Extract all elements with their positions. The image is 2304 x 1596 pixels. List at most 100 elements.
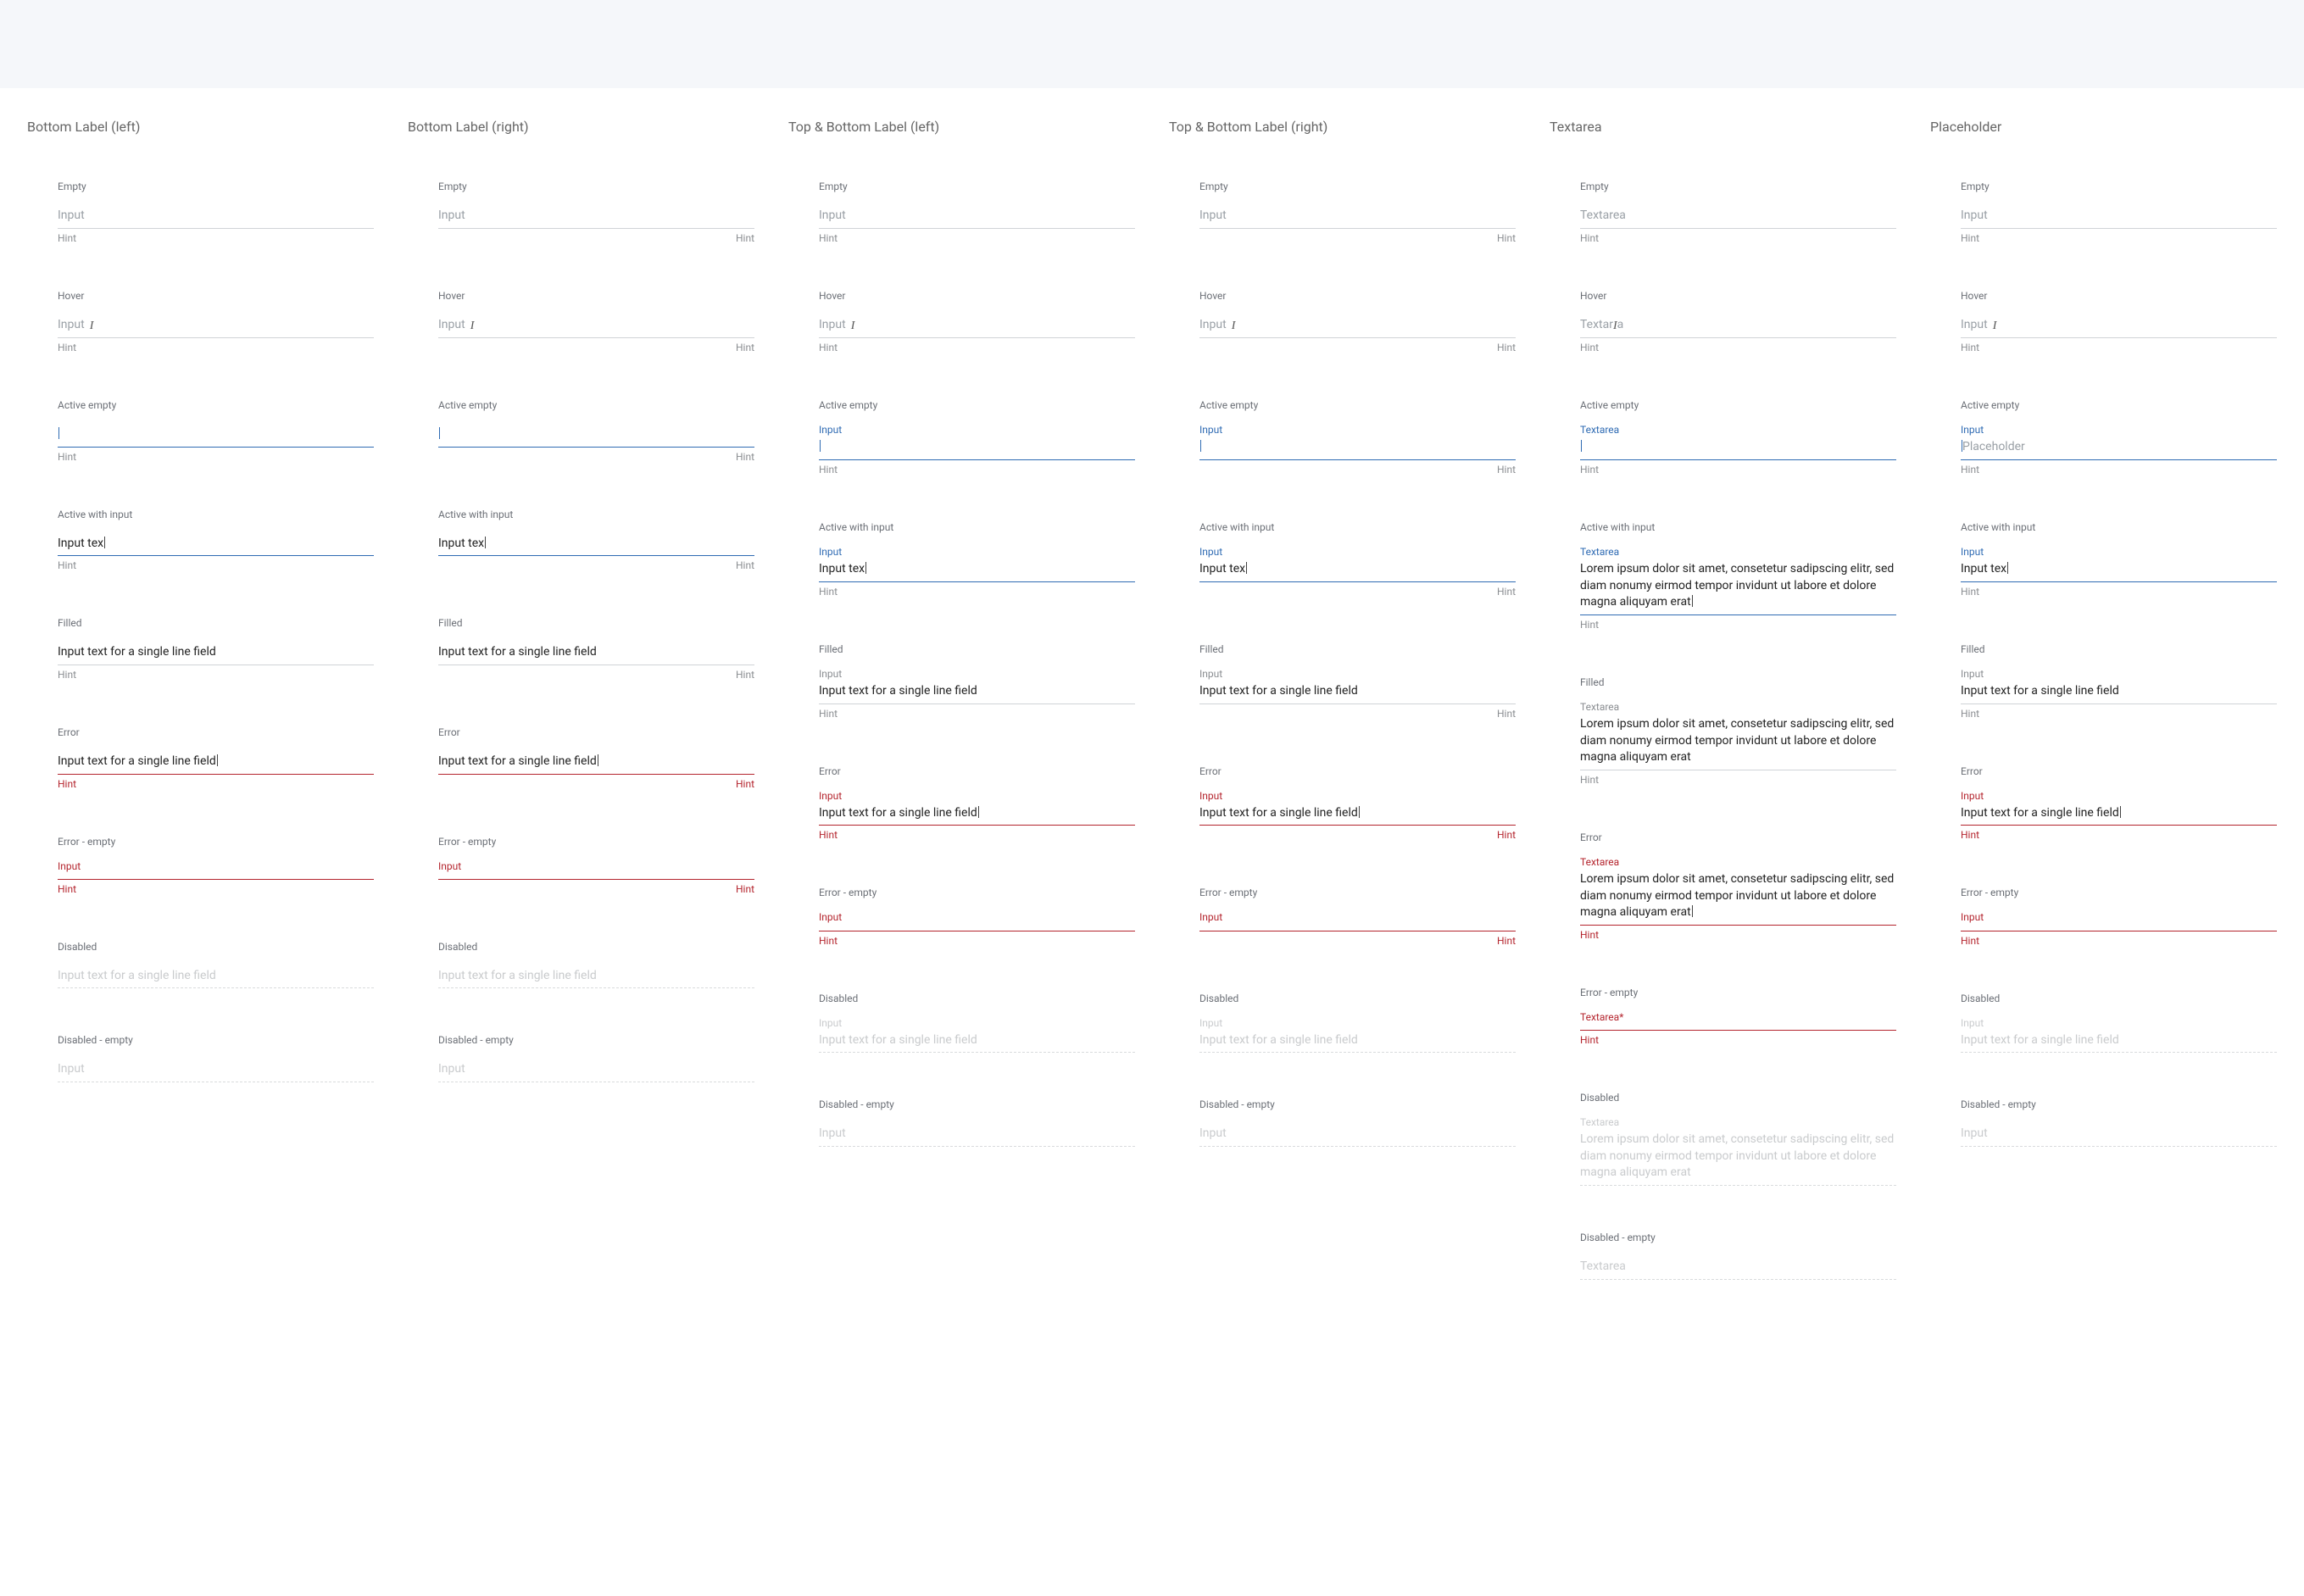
hint-text: Hint xyxy=(58,778,374,790)
text-input[interactable]: Input text for a single line field xyxy=(1199,804,1516,826)
state-empty: Empty Input Hint xyxy=(27,181,374,244)
state-disabled-empty: Disabled - empty Input xyxy=(1169,1098,1516,1147)
text-input[interactable] xyxy=(58,425,374,448)
state-filled: Filled Input Input text for a single lin… xyxy=(1930,643,2277,720)
hint-text: Hint xyxy=(1199,464,1516,475)
state-label: Error - empty xyxy=(58,836,374,848)
text-input[interactable]: Input tex xyxy=(1199,559,1516,582)
state-error: Error Input Input text for a single line… xyxy=(788,765,1135,842)
textarea[interactable] xyxy=(1580,1025,1896,1031)
text-input[interactable] xyxy=(819,437,1135,460)
text-input[interactable]: Input text for a single line field xyxy=(1961,681,2277,704)
state-label: Active empty xyxy=(1961,399,2277,411)
state-label: Empty xyxy=(438,181,754,192)
text-input[interactable]: Input text for a single line field xyxy=(58,642,374,665)
field: Textarea Lorem ipsum dolor sit amet, con… xyxy=(1580,547,1896,631)
text-input[interactable]: Input tex xyxy=(819,559,1135,582)
text-input[interactable]: InputI xyxy=(819,315,1135,339)
text-input[interactable]: InputI xyxy=(58,315,374,339)
text-input[interactable]: InputI xyxy=(1199,315,1516,339)
state-active-empty: Active empty Input Hint xyxy=(1169,399,1516,475)
float-label: Input xyxy=(819,791,1135,802)
hint-text: Hint xyxy=(819,464,1135,475)
textarea[interactable]: Textarea xyxy=(1580,206,1896,229)
text-input[interactable] xyxy=(438,874,754,880)
column-title: Top & Bottom Label (left) xyxy=(788,119,1135,135)
float-label: Input xyxy=(1961,425,2277,436)
hint-text: Hint xyxy=(1961,342,2277,353)
text-input: Input text for a single line field xyxy=(819,1031,1135,1054)
state-disabled-empty: Disabled - empty Input xyxy=(27,1034,374,1082)
field: Textarea xyxy=(1580,1257,1896,1280)
float-label: Input xyxy=(1961,791,2277,802)
field: Hint xyxy=(438,425,754,463)
state-label: Hover xyxy=(58,290,374,302)
text-input[interactable]: Input xyxy=(58,206,374,229)
state-label: Disabled - empty xyxy=(1961,1098,2277,1110)
state-label: Error xyxy=(1580,831,1896,843)
state-disabled: Disabled Input Input text for a single l… xyxy=(788,993,1135,1054)
text-input[interactable]: Input tex xyxy=(438,534,754,557)
hint-text: Hint xyxy=(1199,586,1516,598)
field: Input Hint xyxy=(58,861,374,895)
text-input[interactable]: Input text for a single line field xyxy=(819,681,1135,704)
text-cursor-icon: I xyxy=(1613,318,1617,335)
text-input[interactable] xyxy=(1199,437,1516,460)
float-label: Textarea xyxy=(1580,702,1896,713)
text-input[interactable]: Input xyxy=(1961,206,2277,229)
field: Input xyxy=(58,1059,374,1082)
state-label: Disabled - empty xyxy=(1199,1098,1516,1110)
textarea[interactable]: TextarIa xyxy=(1580,315,1896,339)
text-input[interactable] xyxy=(58,874,374,880)
state-label: Active with input xyxy=(1961,521,2277,533)
float-label: Input xyxy=(819,912,1135,923)
text-input: Input text for a single line field xyxy=(58,966,374,989)
state-active-input: Active with input Input tex Hint xyxy=(27,509,374,572)
field: Input tex Hint xyxy=(58,534,374,572)
text-input[interactable]: Input text for a single line field xyxy=(438,642,754,665)
text-input[interactable]: InputI xyxy=(1961,315,2277,339)
text-input[interactable] xyxy=(438,425,754,448)
input-value: Input tex xyxy=(438,537,484,550)
textarea[interactable] xyxy=(1580,437,1896,460)
text-input[interactable]: InputI xyxy=(438,315,754,339)
text-input[interactable]: Input tex xyxy=(1961,559,2277,582)
caret-icon xyxy=(217,754,218,766)
text-input: Input xyxy=(1199,1124,1516,1147)
placeholder-text: Placeholder xyxy=(1962,440,2025,453)
field: Input text for a single line field Hint xyxy=(438,752,754,790)
textarea[interactable]: Lorem ipsum dolor sit amet, consetetur s… xyxy=(1580,715,1896,770)
state-label: Hover xyxy=(819,290,1135,302)
text-input[interactable]: Input xyxy=(819,206,1135,229)
input-value: Input tex xyxy=(819,562,865,576)
state-label: Filled xyxy=(58,617,374,629)
text-input[interactable] xyxy=(1199,926,1516,931)
text-input[interactable]: Input xyxy=(1199,206,1516,229)
textarea[interactable]: Lorem ipsum dolor sit amet, consetetur s… xyxy=(1580,559,1896,615)
text-input: Input text for a single line field xyxy=(1199,1031,1516,1054)
state-active-empty: Active empty Hint xyxy=(408,399,754,463)
text-input[interactable]: Input tex xyxy=(58,534,374,557)
text-input[interactable]: Input text for a single line field xyxy=(58,752,374,775)
caret-icon xyxy=(439,427,440,440)
text-input[interactable]: Placeholder xyxy=(1961,437,2277,460)
state-label: Error xyxy=(58,726,374,738)
text-input[interactable] xyxy=(819,926,1135,931)
float-label: Input xyxy=(819,669,1135,680)
text-input[interactable]: Input text for a single line field xyxy=(819,804,1135,826)
hint-text: Hint xyxy=(1199,342,1516,353)
text-input[interactable]: Input xyxy=(438,206,754,229)
text-input[interactable] xyxy=(1961,926,2277,931)
text-input[interactable]: Input text for a single line field xyxy=(438,752,754,775)
field: Input Input text for a single line field xyxy=(1961,1018,2277,1054)
text-input[interactable]: Input text for a single line field xyxy=(1199,681,1516,704)
caret-icon xyxy=(1246,562,1247,574)
state-label: Empty xyxy=(58,181,374,192)
hint-text: Hint xyxy=(819,586,1135,598)
text-cursor-icon: I xyxy=(470,318,475,335)
state-label: Active empty xyxy=(58,399,374,411)
caret-icon xyxy=(1200,440,1201,453)
textarea[interactable]: Lorem ipsum dolor sit amet, consetetur s… xyxy=(1580,870,1896,926)
caret-icon xyxy=(58,427,59,440)
text-input[interactable]: Input text for a single line field xyxy=(1961,804,2277,826)
